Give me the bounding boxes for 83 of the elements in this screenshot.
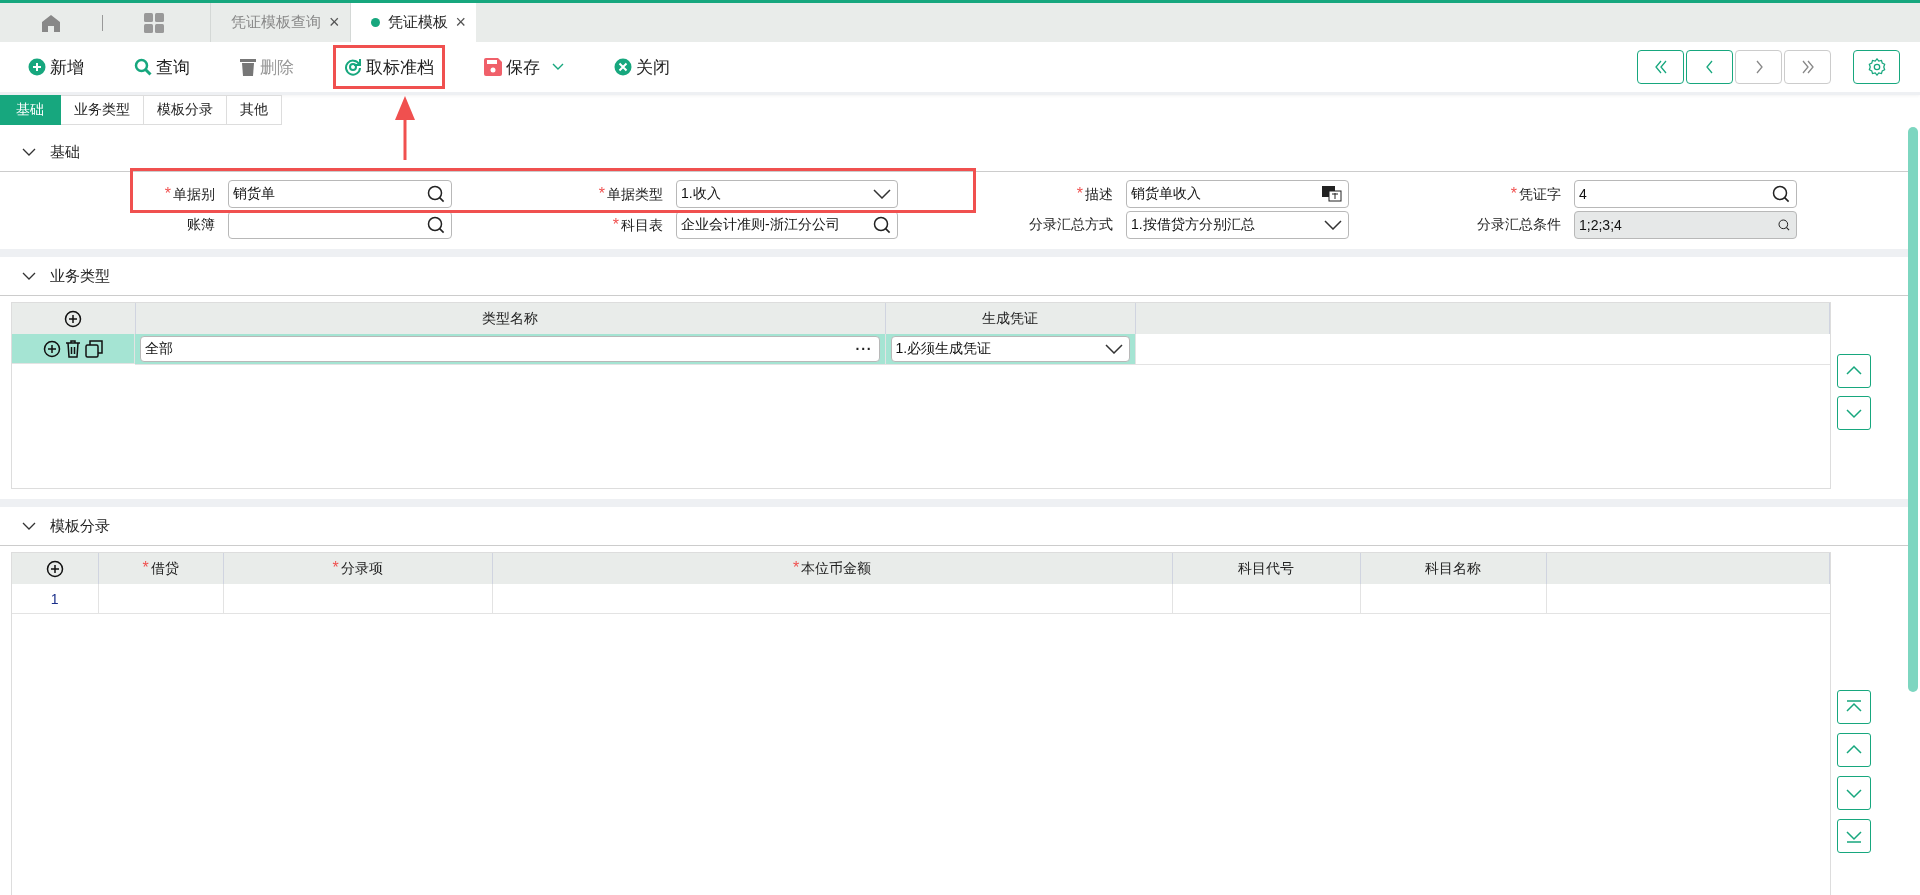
page-tab[interactable]: 凭证模板查询 × — [210, 3, 350, 42]
move-up-button[interactable] — [1837, 733, 1871, 767]
active-dot — [370, 18, 380, 27]
add-row-icon[interactable] — [43, 339, 61, 358]
gear-icon — [1867, 58, 1886, 76]
chevron-down-icon[interactable] — [22, 271, 36, 281]
input-field[interactable]: 全部 ··· — [140, 335, 880, 362]
trash-icon[interactable] — [65, 339, 81, 358]
move-top-button[interactable] — [1837, 690, 1871, 724]
chevron-down-icon[interactable] — [1104, 343, 1123, 354]
input-field[interactable]: 销货单收入 — [1126, 180, 1349, 208]
column-header: *本位币金额 — [492, 553, 1172, 584]
field-label: *科目表 — [611, 215, 663, 235]
column-header: 科目名称 — [1360, 553, 1546, 584]
close-icon[interactable]: × — [329, 12, 340, 33]
save-icon — [484, 58, 502, 76]
column-header: 类型名称 — [135, 303, 885, 334]
search-button[interactable]: 查询 — [126, 48, 198, 86]
search-icon[interactable] — [427, 185, 445, 203]
grid-icon[interactable] — [144, 12, 164, 33]
add-button[interactable]: 新增 — [20, 48, 92, 86]
more-icon[interactable]: ··· — [855, 340, 873, 357]
field-label: 账簿 — [186, 216, 215, 234]
page-tab[interactable]: 凭证模板 × — [349, 3, 477, 42]
language-icon[interactable] — [1322, 186, 1342, 202]
search-icon[interactable] — [1772, 185, 1790, 203]
field-label: *单据别 — [163, 184, 215, 204]
move-up-button[interactable] — [1837, 354, 1871, 388]
chevron-down-icon — [1845, 786, 1863, 800]
trash-icon — [240, 58, 256, 76]
close-button[interactable]: 关闭 — [606, 48, 678, 86]
move-down-button[interactable] — [1837, 776, 1871, 810]
tab-label: 凭证模板 — [387, 13, 448, 32]
column-header: *借贷 — [98, 553, 223, 584]
chevron-down-icon[interactable] — [22, 521, 36, 531]
section-tab[interactable]: 业务类型 — [61, 95, 144, 125]
home-icon[interactable] — [41, 13, 61, 32]
copy-icon[interactable] — [85, 339, 103, 358]
chevron-down-icon[interactable] — [1324, 220, 1342, 230]
settings-button[interactable] — [1853, 50, 1900, 84]
section-title: 基础 — [50, 142, 80, 162]
first-record-button[interactable] — [1637, 50, 1684, 84]
reset-button[interactable]: 取标准档 — [336, 48, 442, 86]
move-down-button[interactable] — [1837, 396, 1871, 430]
search-icon[interactable] — [873, 216, 891, 234]
select-field[interactable]: 1.收入 — [676, 180, 898, 208]
field-label: *单据类型 — [597, 184, 663, 204]
chevron-down-icon — [1845, 406, 1863, 420]
field-label: *凭证字 — [1509, 184, 1561, 204]
chevron-down-icon[interactable] — [873, 189, 891, 199]
section-title: 模板分录 — [50, 516, 110, 536]
add-icon — [28, 58, 46, 76]
row-number: 1 — [12, 584, 98, 614]
move-top-icon — [1845, 700, 1863, 714]
select-field[interactable]: 1.按借贷方分别汇总 — [1126, 211, 1349, 239]
caret-icon[interactable] — [552, 63, 564, 71]
column-header: 生成凭证 — [885, 303, 1135, 334]
tab-label: 凭证模板查询 — [231, 13, 321, 32]
save-button[interactable]: 保存 — [476, 48, 572, 86]
section-tab[interactable]: 其他 — [227, 95, 282, 125]
column-header: *分录项 — [223, 553, 492, 584]
add-row-icon[interactable] — [45, 559, 64, 578]
search-icon — [134, 58, 152, 76]
field-label: *描述 — [1075, 184, 1113, 204]
select-field[interactable]: 1.必须生成凭证 — [890, 335, 1130, 362]
refresh-icon — [344, 58, 362, 76]
section-tab[interactable]: 模板分录 — [144, 95, 227, 125]
column-header: 科目代号 — [1172, 553, 1360, 584]
add-row-icon[interactable] — [64, 309, 83, 328]
input-field[interactable]: 销货单 — [228, 180, 452, 208]
field-label: 分录汇总条件 — [1476, 216, 1561, 234]
prev-record-button[interactable] — [1686, 50, 1733, 84]
close-icon — [614, 58, 632, 76]
chevron-down-icon[interactable] — [22, 147, 36, 157]
close-icon[interactable]: × — [455, 12, 467, 33]
section-title: 业务类型 — [50, 266, 110, 286]
move-bottom-icon — [1845, 829, 1863, 843]
input-field[interactable] — [228, 211, 452, 239]
input-field[interactable]: 4 — [1574, 180, 1797, 208]
move-bottom-button[interactable] — [1837, 819, 1871, 853]
input-field[interactable]: 企业会计准则-浙江分公司 — [676, 211, 898, 239]
search-icon[interactable] — [427, 216, 445, 234]
field-label: 分录汇总方式 — [1028, 216, 1113, 234]
